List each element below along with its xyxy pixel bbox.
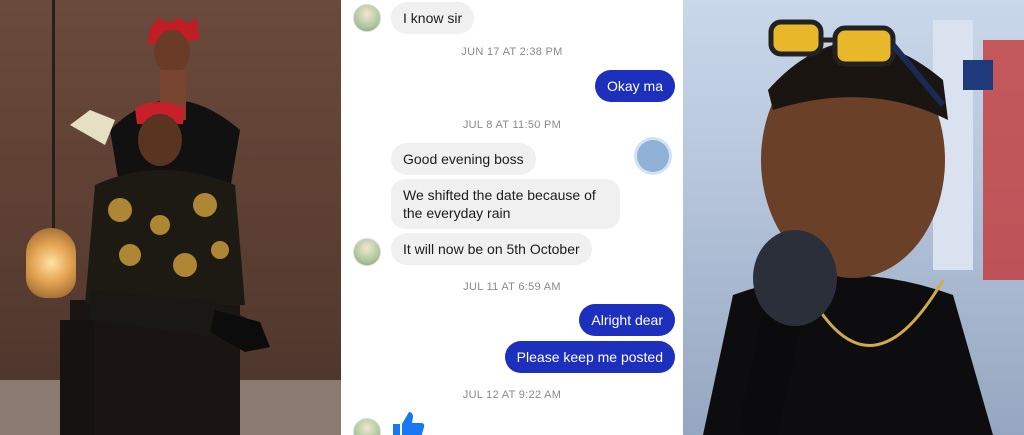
avatar [353, 418, 381, 435]
speaker-photo-panel [683, 0, 1024, 435]
man-outfit [85, 170, 245, 305]
avatar [353, 4, 381, 32]
outgoing-message: Okay ma [594, 70, 675, 102]
speaker-figure [703, 19, 1024, 435]
outgoing-message: Alright dear [579, 304, 675, 336]
incoming-message: Good evening boss [391, 143, 536, 175]
avatar [353, 238, 381, 266]
outgoing-message: Please keep me posted [504, 341, 675, 373]
timestamp: JUL 11 AT 6:59 AM [463, 281, 561, 293]
sunglasses-right-lens [832, 25, 896, 67]
money-fan [70, 110, 115, 145]
message-line: the everyday rain [403, 205, 511, 221]
incoming-message: It will now be on 5th October [391, 233, 592, 265]
photo-collage: I know sir JUN 17 AT 2:38 PM Okay ma JUL… [0, 0, 1024, 435]
couple-figures [60, 18, 270, 435]
incoming-message: We shifted the date because of the every… [391, 179, 620, 229]
timestamp: JUL 12 AT 9:22 AM [462, 389, 562, 401]
typing-indicator [637, 140, 669, 172]
woman-face [154, 30, 190, 74]
incoming-message: I know sir [391, 2, 475, 34]
timestamp: JUL 8 AT 11:50 PM [462, 119, 562, 131]
man-face [138, 114, 182, 166]
thumbs-up-icon [393, 412, 425, 435]
chat-screenshot-panel: I know sir JUN 17 AT 2:38 PM Okay ma JUL… [341, 0, 683, 435]
sunglasses-left-lens [768, 19, 824, 57]
timestamp: JUN 17 AT 2:38 PM [461, 46, 563, 58]
couple-photo-panel [0, 0, 341, 435]
microphone-icon [753, 230, 837, 326]
message-line: We shifted the date because of [403, 187, 596, 203]
